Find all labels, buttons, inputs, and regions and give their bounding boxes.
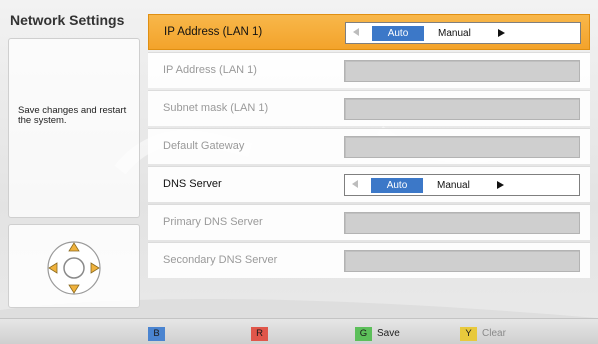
yellow-key-button[interactable]: Y <box>460 327 477 341</box>
option-manual[interactable]: Manual <box>437 178 470 193</box>
green-key-button[interactable]: G <box>355 327 372 341</box>
arrow-left-icon[interactable] <box>352 180 358 188</box>
save-label: Save <box>377 328 400 339</box>
row-secondary-dns[interactable]: Secondary DNS Server <box>148 242 590 278</box>
secondary-dns-field[interactable] <box>344 250 580 272</box>
arrow-right-icon[interactable] <box>497 181 504 189</box>
row-subnet-mask[interactable]: Subnet mask (LAN 1) <box>148 90 590 126</box>
row-label: IP Address (LAN 1) <box>163 64 257 76</box>
clear-label: Clear <box>482 328 506 339</box>
row-label: DNS Server <box>163 178 222 190</box>
row-label: Default Gateway <box>163 140 245 152</box>
row-label: Secondary DNS Server <box>163 254 278 266</box>
row-dns-server-mode[interactable]: DNS Server Auto Manual <box>148 166 590 202</box>
info-panel: Save changes and restart the system. <box>8 38 140 218</box>
arrow-left-icon[interactable] <box>353 28 359 36</box>
row-ip-address[interactable]: IP Address (LAN 1) <box>148 52 590 88</box>
sidebar: Network Settings Save changes and restar… <box>8 8 140 308</box>
row-primary-dns[interactable]: Primary DNS Server <box>148 204 590 240</box>
dns-server-mode-toggle[interactable]: Auto Manual <box>344 174 580 196</box>
option-auto[interactable]: Auto <box>372 26 424 41</box>
subnet-mask-field[interactable] <box>344 98 580 120</box>
red-key-button[interactable]: R <box>251 327 268 341</box>
navigation-hint-panel <box>8 224 140 308</box>
blue-key-button[interactable]: B <box>148 327 165 341</box>
arrow-right-icon[interactable] <box>498 29 505 37</box>
option-auto[interactable]: Auto <box>371 178 423 193</box>
ip-address-field[interactable] <box>344 60 580 82</box>
row-label: Primary DNS Server <box>163 216 263 228</box>
row-label: Subnet mask (LAN 1) <box>163 102 269 114</box>
option-manual[interactable]: Manual <box>438 26 471 41</box>
row-label: IP Address (LAN 1) <box>164 26 263 38</box>
page-title: Network Settings <box>10 12 125 28</box>
primary-dns-field[interactable] <box>344 212 580 234</box>
dpad-icon <box>47 241 101 295</box>
color-key-bar: B R G Save Y Clear <box>0 318 598 344</box>
ip-address-mode-toggle[interactable]: Auto Manual <box>345 22 581 44</box>
row-ip-address-mode[interactable]: IP Address (LAN 1) Auto Manual <box>148 14 590 50</box>
network-settings-list: IP Address (LAN 1) Auto Manual IP Addres… <box>148 14 590 280</box>
row-default-gateway[interactable]: Default Gateway <box>148 128 590 164</box>
info-text: Save changes and restart the system. <box>18 105 127 126</box>
default-gateway-field[interactable] <box>344 136 580 158</box>
